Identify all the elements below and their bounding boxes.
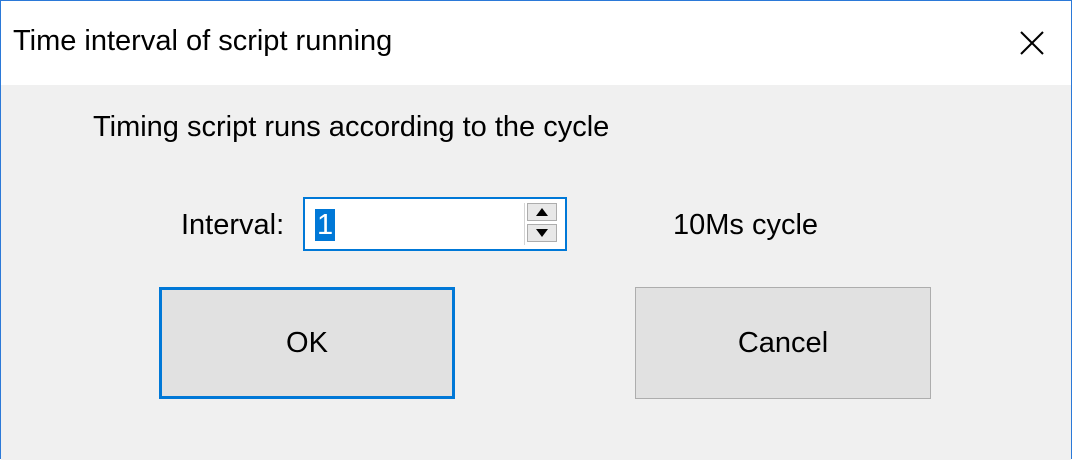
cancel-button-label: Cancel <box>737 326 829 359</box>
close-icon <box>1020 31 1044 55</box>
close-button[interactable] <box>993 1 1071 85</box>
ok-button-label: OK <box>286 326 328 359</box>
cancel-button[interactable]: Cancel <box>635 287 931 399</box>
arrow-up-icon <box>536 208 548 216</box>
interval-spinbox[interactable]: 1 <box>303 197 567 251</box>
description-text: Timing script runs according to the cycl… <box>93 111 610 143</box>
spin-buttons <box>524 203 561 245</box>
arrow-down-icon <box>536 229 548 237</box>
dialog-window: Time interval of script running Timing s… <box>0 0 1072 460</box>
spin-up-button[interactable] <box>527 203 557 221</box>
spin-down-button[interactable] <box>527 224 557 242</box>
interval-input[interactable]: 1 <box>315 209 336 241</box>
cycle-unit-label: 10Ms cycle <box>673 209 819 241</box>
interval-label: Interval: <box>181 209 285 241</box>
ok-button[interactable]: OK <box>159 287 455 399</box>
dialog-client-area: Timing script runs according to the cycl… <box>1 85 1071 460</box>
title-bar[interactable]: Time interval of script running <box>1 1 1071 85</box>
dialog-title: Time interval of script running <box>13 25 393 57</box>
